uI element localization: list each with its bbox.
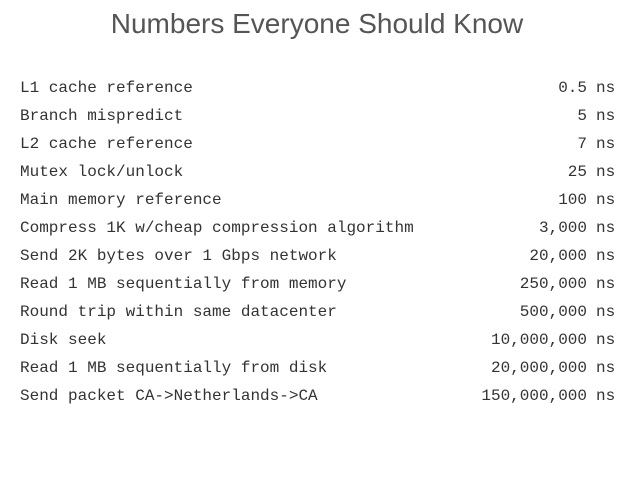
item-value: 25 bbox=[567, 163, 587, 181]
item-value: 500,000 bbox=[519, 303, 587, 321]
item-value: 100 bbox=[558, 191, 587, 209]
item-unit: ns bbox=[596, 247, 616, 265]
item-value: 0.5 bbox=[558, 79, 587, 97]
item-value: 3,000 bbox=[538, 219, 587, 237]
item-value: 20,000 bbox=[529, 247, 587, 265]
item-unit: ns bbox=[596, 331, 616, 349]
item-unit: ns bbox=[596, 79, 616, 97]
item-unit: ns bbox=[596, 107, 616, 125]
item-unit: ns bbox=[596, 387, 616, 405]
list-item: Compress 1K w/cheap compression algorith… bbox=[20, 214, 620, 242]
list-item: Read 1 MB sequentially from memory 250,0… bbox=[20, 270, 620, 298]
item-label: Disk seek bbox=[20, 331, 107, 349]
item-label: Read 1 MB sequentially from memory bbox=[20, 275, 347, 293]
list-item: L1 cache reference 0.5 ns bbox=[20, 74, 620, 102]
item-label: Send 2K bytes over 1 Gbps network bbox=[20, 247, 337, 265]
item-label: Mutex lock/unlock bbox=[20, 163, 184, 181]
item-unit: ns bbox=[596, 191, 616, 209]
item-unit: ns bbox=[596, 275, 616, 293]
item-label: Compress 1K w/cheap compression algorith… bbox=[20, 219, 414, 237]
item-label: L2 cache reference bbox=[20, 135, 193, 153]
list-item: Send 2K bytes over 1 Gbps network 20,000… bbox=[20, 242, 620, 270]
item-label: Round trip within same datacenter bbox=[20, 303, 337, 321]
item-value: 10,000,000 bbox=[490, 331, 587, 349]
item-label: L1 cache reference bbox=[20, 79, 193, 97]
list-item: Main memory reference 100 ns bbox=[20, 186, 620, 214]
page-title: Numbers Everyone Should Know bbox=[110, 8, 524, 39]
item-unit: ns bbox=[596, 135, 616, 153]
item-value: 250,000 bbox=[519, 275, 587, 293]
item-label: Read 1 MB sequentially from disk bbox=[20, 359, 328, 377]
list-item: Branch mispredict 5 ns bbox=[20, 102, 620, 130]
list-item: Mutex lock/unlock 25 ns bbox=[20, 158, 620, 186]
list-item: Send packet CA->Netherlands->CA 150,000,… bbox=[20, 382, 620, 410]
item-unit: ns bbox=[596, 163, 616, 181]
item-value: 150,000,000 bbox=[481, 387, 587, 405]
item-unit: ns bbox=[596, 219, 616, 237]
item-unit: ns bbox=[596, 303, 616, 321]
list-item: Disk seek 10,000,000 ns bbox=[20, 326, 620, 354]
item-value: 20,000,000 bbox=[490, 359, 587, 377]
item-value: 5 bbox=[577, 107, 587, 125]
item-unit: ns bbox=[596, 359, 616, 377]
item-label: Branch mispredict bbox=[20, 107, 184, 125]
list-item: Round trip within same datacenter 500,00… bbox=[20, 298, 620, 326]
list-item: L2 cache reference 7 ns bbox=[20, 130, 620, 158]
list-item: Read 1 MB sequentially from disk 20,000,… bbox=[20, 354, 620, 382]
latency-list: L1 cache reference 0.5 ns Branch mispredi… bbox=[20, 74, 620, 410]
item-value: 7 bbox=[577, 135, 587, 153]
item-label: Main memory reference bbox=[20, 191, 222, 209]
item-label: Send packet CA->Netherlands->CA bbox=[20, 387, 318, 405]
